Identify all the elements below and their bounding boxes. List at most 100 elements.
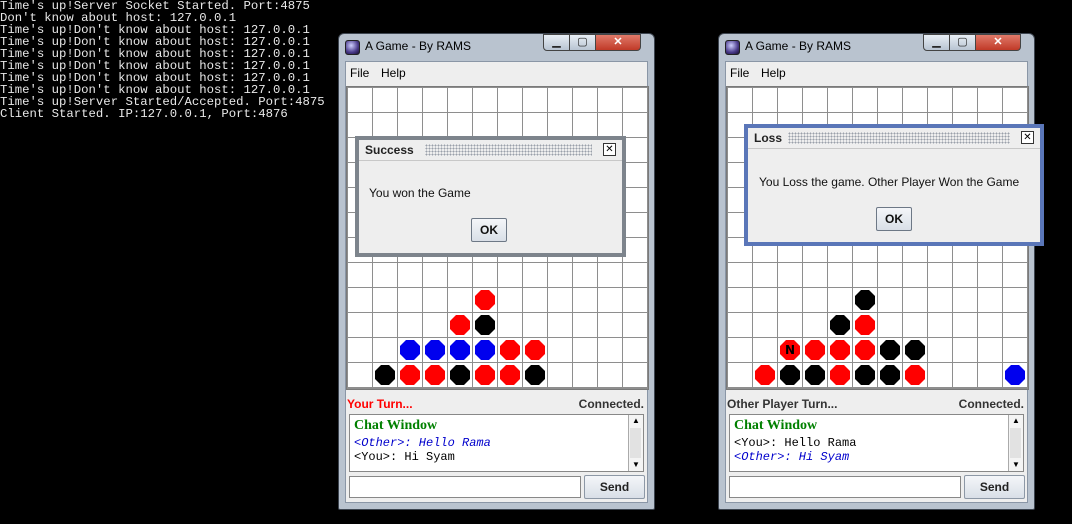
board-cell[interactable]	[598, 288, 622, 312]
board-cell[interactable]	[523, 288, 547, 312]
board-cell[interactable]	[828, 88, 852, 112]
board-cell[interactable]	[348, 338, 372, 362]
board-cell[interactable]	[523, 263, 547, 287]
board-cell[interactable]	[728, 88, 752, 112]
board-cell[interactable]	[348, 313, 372, 337]
board-cell[interactable]	[1003, 363, 1027, 387]
board-cell[interactable]	[473, 263, 497, 287]
board-cell[interactable]	[473, 113, 497, 137]
board-cell[interactable]	[373, 263, 397, 287]
board-cell[interactable]	[423, 263, 447, 287]
board-cell[interactable]	[978, 363, 1002, 387]
scroll-up-icon[interactable]: ▲	[629, 415, 643, 427]
board-cell[interactable]	[448, 338, 472, 362]
board-cell[interactable]	[953, 363, 977, 387]
board-cell[interactable]	[778, 363, 802, 387]
close-icon[interactable]: ✕	[1021, 131, 1034, 144]
board-cell[interactable]	[853, 313, 877, 337]
send-button[interactable]: Send	[964, 475, 1025, 499]
board-cell[interactable]	[548, 113, 572, 137]
board-cell[interactable]	[498, 313, 522, 337]
board-cell[interactable]	[373, 313, 397, 337]
board-cell[interactable]	[598, 263, 622, 287]
menu-help[interactable]: Help	[381, 66, 406, 80]
board-cell[interactable]	[853, 288, 877, 312]
board-cell[interactable]	[473, 338, 497, 362]
board-cell[interactable]	[903, 313, 927, 337]
board-cell[interactable]	[398, 313, 422, 337]
board-cell[interactable]	[623, 163, 647, 187]
board-cell[interactable]	[753, 288, 777, 312]
board-cell[interactable]	[623, 113, 647, 137]
board-cell[interactable]	[903, 263, 927, 287]
ok-button[interactable]: OK	[876, 207, 912, 231]
board-cell[interactable]	[928, 263, 952, 287]
board-cell[interactable]	[778, 88, 802, 112]
board-cell[interactable]	[853, 263, 877, 287]
chat-input[interactable]	[729, 476, 961, 498]
board-cell[interactable]	[728, 263, 752, 287]
board-cell[interactable]	[978, 338, 1002, 362]
minimize-button[interactable]: ▁	[923, 34, 950, 51]
board-cell[interactable]	[878, 263, 902, 287]
board-cell[interactable]	[728, 313, 752, 337]
board-cell[interactable]	[1003, 263, 1027, 287]
close-icon[interactable]: ✕	[603, 143, 616, 156]
menu-help[interactable]: Help	[761, 66, 786, 80]
board-cell[interactable]	[953, 263, 977, 287]
chat-scrollbar[interactable]: ▲ ▼	[1008, 415, 1023, 471]
board-cell[interactable]	[753, 88, 777, 112]
board-cell[interactable]	[498, 338, 522, 362]
board-cell[interactable]	[448, 263, 472, 287]
board-cell[interactable]	[548, 338, 572, 362]
board-cell[interactable]	[903, 288, 927, 312]
board-cell[interactable]	[903, 88, 927, 112]
board-cell[interactable]	[423, 88, 447, 112]
board-cell[interactable]	[803, 313, 827, 337]
board-cell[interactable]	[953, 88, 977, 112]
close-button[interactable]: ✕	[595, 34, 641, 51]
board-cell[interactable]	[548, 313, 572, 337]
chat-window[interactable]: Chat Window <You>: Hello Rama <Other>: H…	[729, 414, 1024, 472]
board-cell[interactable]	[373, 338, 397, 362]
board-cell[interactable]	[448, 363, 472, 387]
board-cell[interactable]	[853, 338, 877, 362]
board-cell[interactable]	[348, 263, 372, 287]
board-cell[interactable]	[878, 363, 902, 387]
board-cell[interactable]	[623, 238, 647, 262]
board-cell[interactable]	[548, 263, 572, 287]
board-cell[interactable]	[523, 313, 547, 337]
board-cell[interactable]: N	[778, 338, 802, 362]
board-cell[interactable]	[473, 363, 497, 387]
board-cell[interactable]	[803, 288, 827, 312]
title-bar[interactable]: A Game - By RAMS ▁ ▢ ✕	[339, 34, 654, 60]
board-cell[interactable]	[828, 263, 852, 287]
board-cell[interactable]	[523, 113, 547, 137]
board-cell[interactable]	[348, 88, 372, 112]
board-cell[interactable]	[828, 313, 852, 337]
board-cell[interactable]	[978, 313, 1002, 337]
board-cell[interactable]	[623, 288, 647, 312]
board-cell[interactable]	[778, 263, 802, 287]
send-button[interactable]: Send	[584, 475, 645, 499]
board-cell[interactable]	[878, 313, 902, 337]
board-cell[interactable]	[548, 88, 572, 112]
board-cell[interactable]	[498, 363, 522, 387]
board-cell[interactable]	[398, 88, 422, 112]
board-cell[interactable]	[828, 338, 852, 362]
board-cell[interactable]	[903, 338, 927, 362]
board-cell[interactable]	[928, 338, 952, 362]
board-cell[interactable]	[1003, 288, 1027, 312]
scroll-up-icon[interactable]: ▲	[1009, 415, 1023, 427]
board-cell[interactable]	[953, 288, 977, 312]
board-cell[interactable]	[573, 263, 597, 287]
board-cell[interactable]	[373, 288, 397, 312]
board-cell[interactable]	[623, 313, 647, 337]
board-cell[interactable]	[623, 88, 647, 112]
menu-file[interactable]: File	[730, 66, 749, 80]
board-cell[interactable]	[828, 288, 852, 312]
board-cell[interactable]	[878, 338, 902, 362]
board-cell[interactable]	[753, 263, 777, 287]
board-cell[interactable]	[803, 338, 827, 362]
board-cell[interactable]	[1003, 338, 1027, 362]
